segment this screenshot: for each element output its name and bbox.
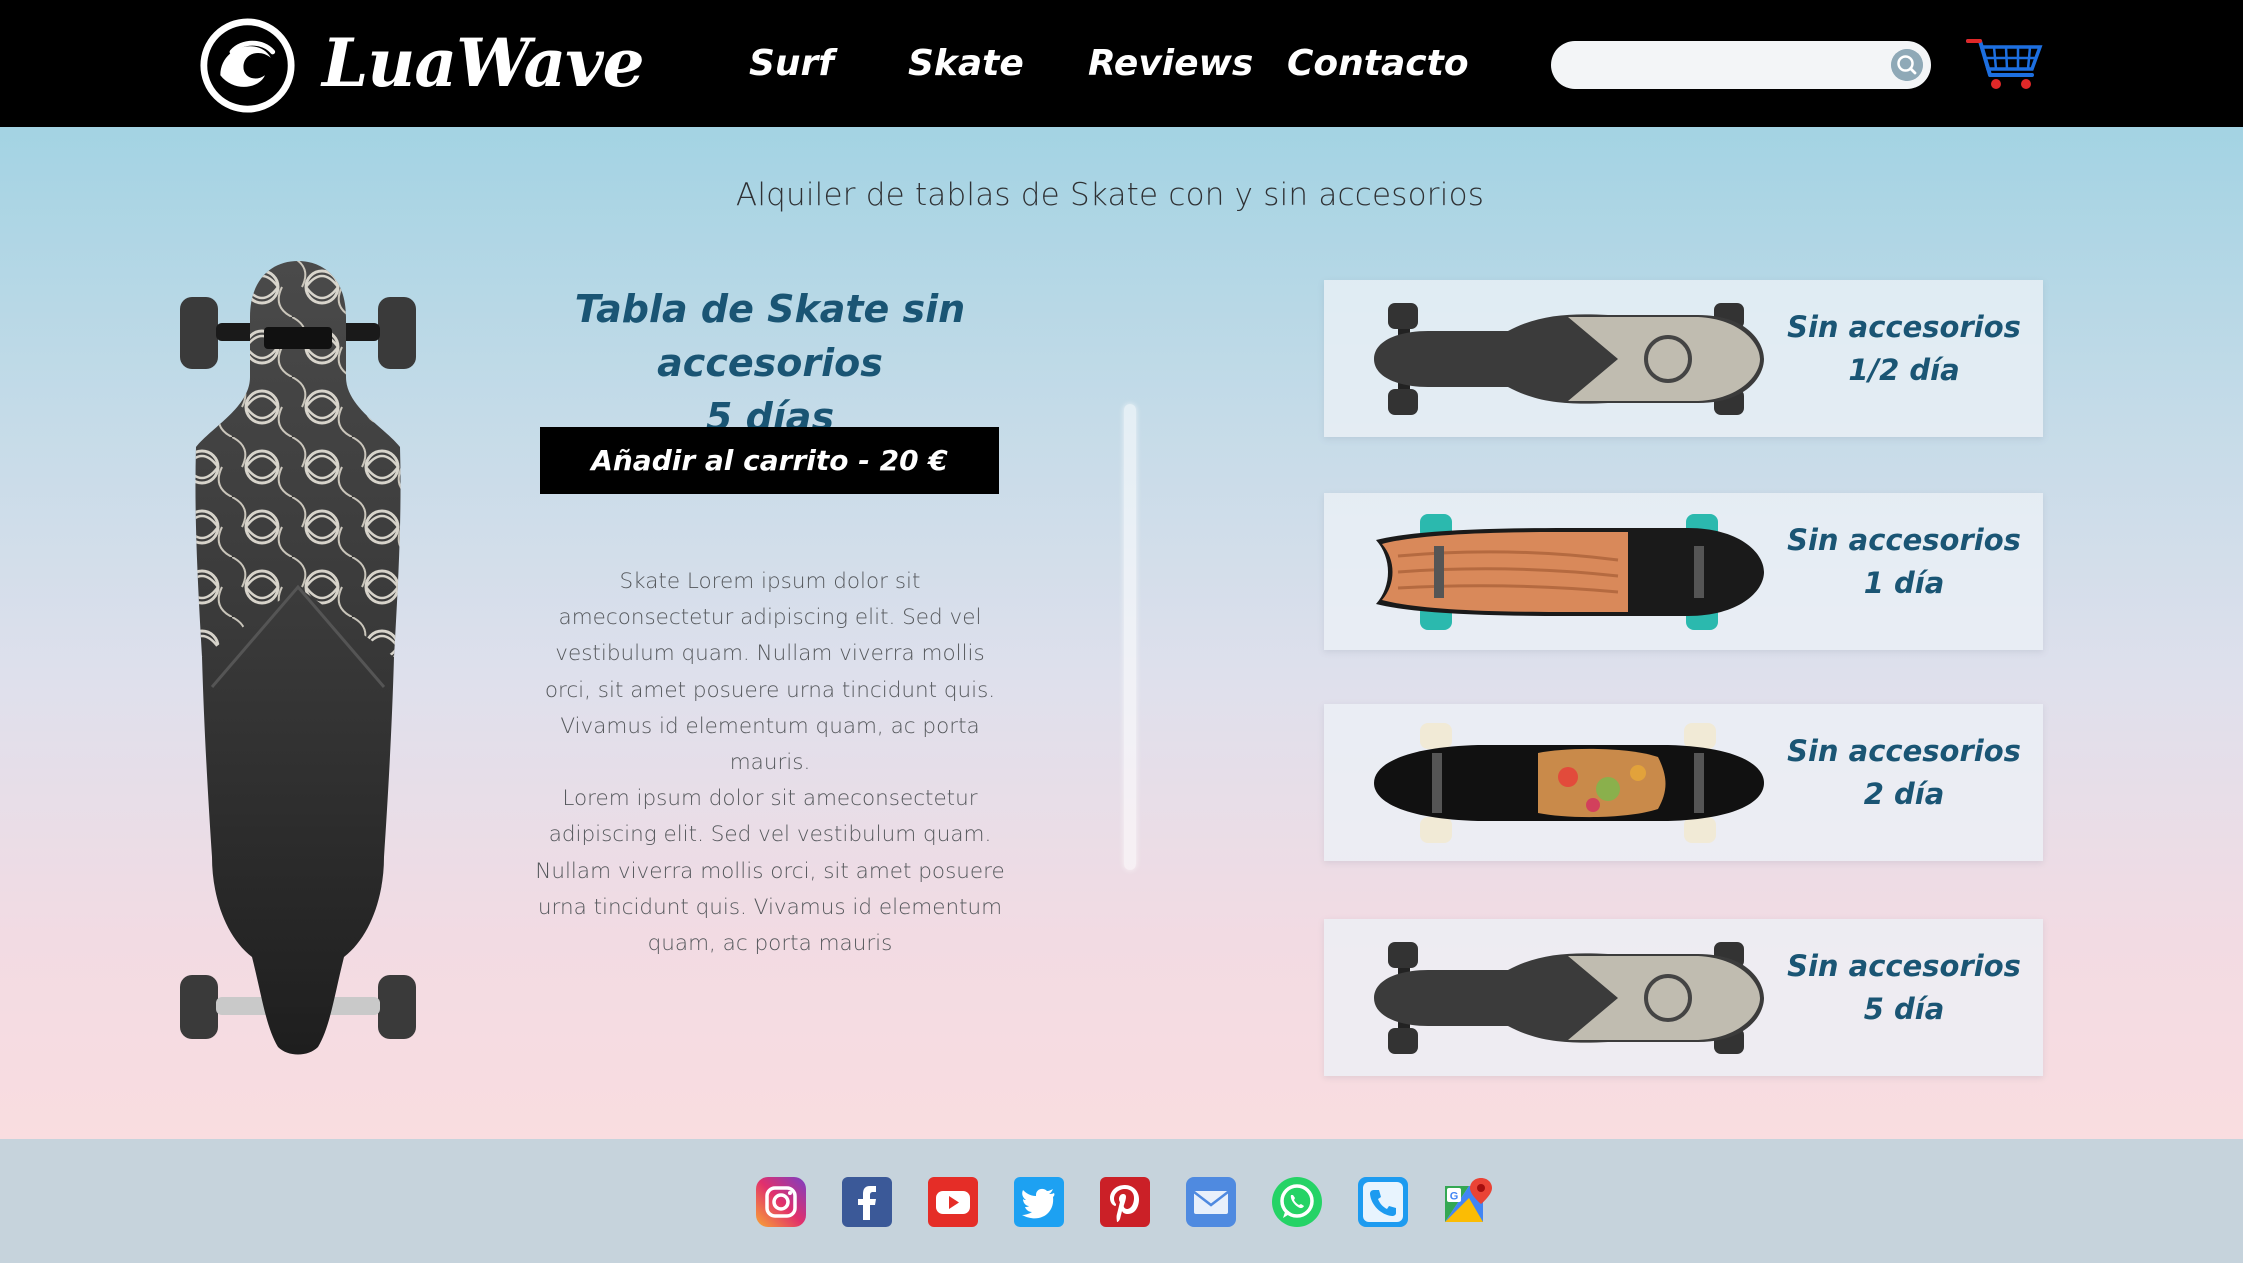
option-label-line1: Sin accesorios [1787,310,2021,344]
option-label-line2: 1 día [1863,566,1945,600]
mail-icon[interactable] [1185,1176,1237,1228]
description-paragraph: Lorem ipsum dolor sit ameconsectetur adi… [535,786,1005,957]
google-maps-icon[interactable]: G [1443,1176,1495,1228]
youtube-icon[interactable] [927,1176,979,1228]
product-title-line1: Tabla de Skate sin accesorios [574,287,966,385]
search-input[interactable] [1569,47,1873,85]
option-label: Sin accesorios 1/2 día [1774,306,2034,392]
facebook-icon[interactable] [841,1176,893,1228]
search-icon[interactable] [1891,49,1923,81]
scrollbar-handle[interactable] [1124,404,1136,870]
nav-contacto[interactable]: Contacto [1287,36,1469,92]
brand-name[interactable]: LuaWave [322,18,645,108]
main-content: Alquiler de tablas de Skate con y sin ac… [0,127,2243,1139]
skateboard-image [180,261,416,1055]
option-label-line1: Sin accesorios [1787,949,2021,983]
page: LuaWave Surf Skate Reviews Contacto Alqu… [0,0,2243,1263]
wave-logo-icon[interactable] [199,17,296,114]
add-to-cart-button[interactable]: Añadir al carrito - 20 € [540,427,999,494]
option-card-5-day[interactable]: Sin accesorios 5 día [1324,919,2043,1076]
phone-icon[interactable] [1357,1176,1409,1228]
option-label-line2: 2 día [1863,777,1945,811]
option-label: Sin accesorios 1 día [1774,519,2034,605]
nav-reviews[interactable]: Reviews [1088,36,1253,92]
svg-text:G: G [1450,1191,1459,1203]
whatsapp-icon[interactable] [1271,1176,1323,1228]
instagram-icon[interactable] [755,1176,807,1228]
nav-skate[interactable]: Skate [908,36,1024,92]
option-label-line1: Sin accesorios [1787,523,2021,557]
option-card-half-day[interactable]: Sin accesorios 1/2 día [1324,280,2043,437]
option-label-line2: 1/2 día [1848,353,1960,387]
page-heading: Alquiler de tablas de Skate con y sin ac… [735,177,1485,213]
option-label-line2: 5 día [1863,992,1945,1026]
shopping-cart-icon[interactable] [1964,33,2044,93]
footer: G [0,1139,2243,1263]
skateboard-thumbnail [1376,514,1764,630]
option-card-2-day[interactable]: Sin accesorios 2 día [1324,704,2043,861]
twitter-icon[interactable] [1013,1176,1065,1228]
nav-surf[interactable]: Surf [749,36,834,92]
skateboard-thumbnail [1374,303,1764,415]
option-label-line1: Sin accesorios [1787,734,2021,768]
skateboard-thumbnail [1374,723,1764,843]
description-paragraph: Skate Lorem ipsum dolor sit ameconsectet… [544,569,996,776]
search-bar [1551,41,1931,89]
product-title: Tabla de Skate sin accesorios 5 días [470,282,1070,444]
option-card-1-day[interactable]: Sin accesorios 1 día [1324,493,2043,650]
product-description: Skate Lorem ipsum dolor sit ameconsectet… [535,564,1005,962]
pinterest-icon[interactable] [1099,1176,1151,1228]
option-label: Sin accesorios 5 día [1774,945,2034,1031]
option-label: Sin accesorios 2 día [1774,730,2034,816]
skateboard-thumbnail [1374,942,1764,1054]
top-navigation-bar: LuaWave Surf Skate Reviews Contacto [0,0,2243,127]
